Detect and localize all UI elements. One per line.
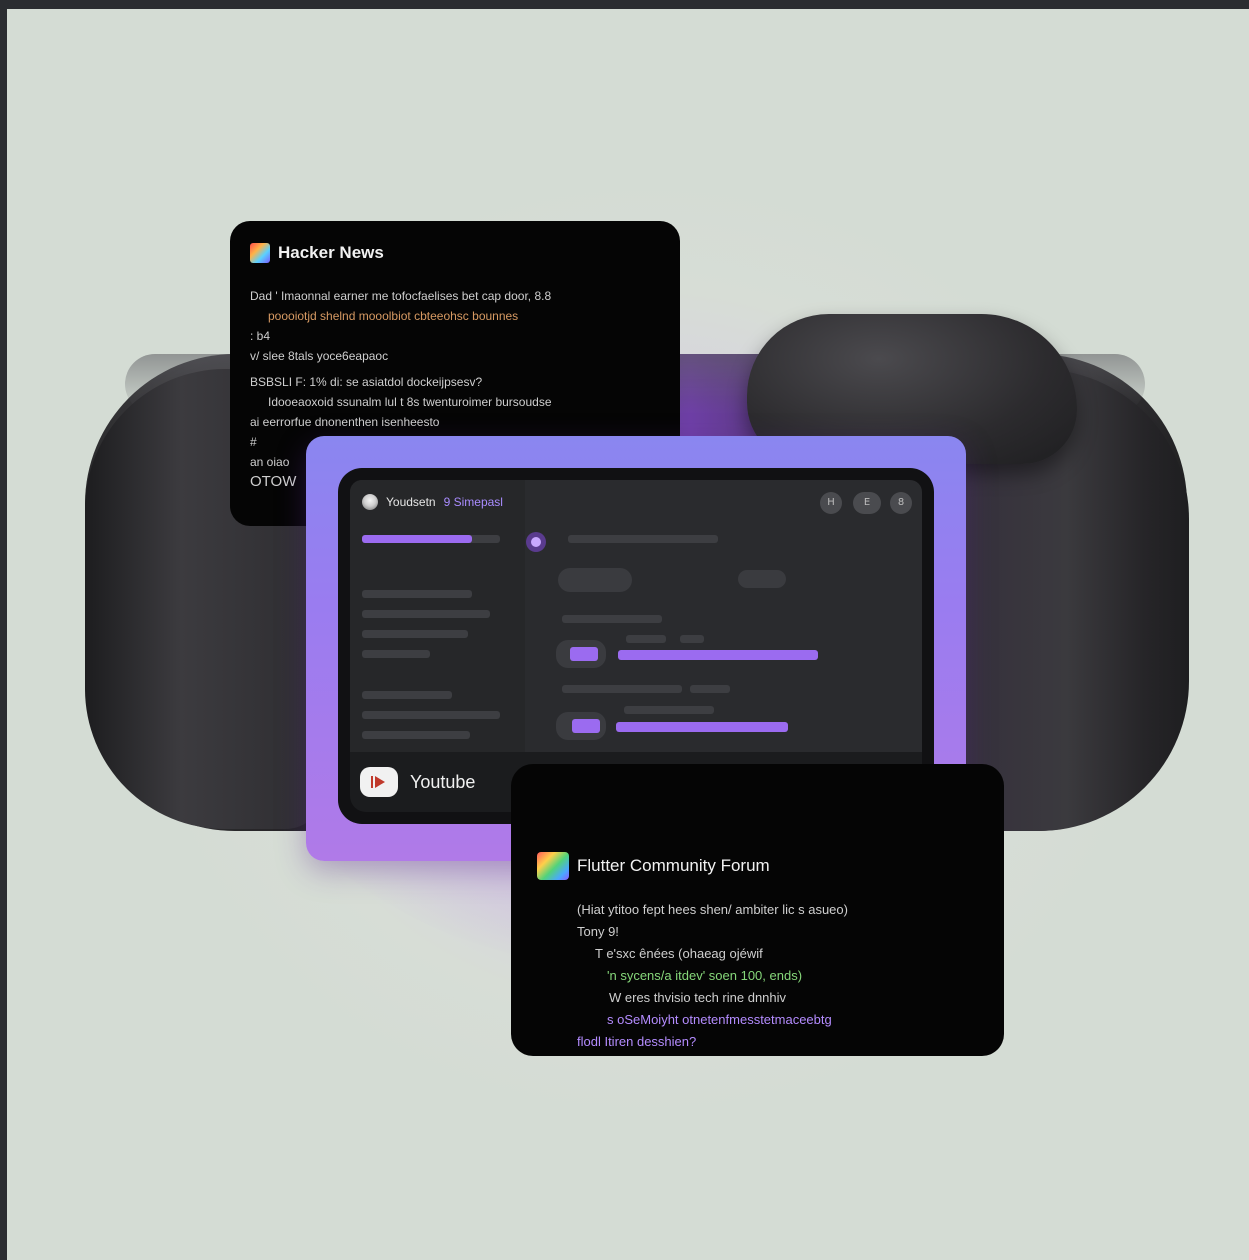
hacker-news-title: Hacker News (278, 243, 384, 262)
sidebar-placeholder-line (362, 590, 472, 598)
youtube-sidebar: Youdsetn 9 Simepasl (350, 480, 525, 752)
content-placeholder-line (626, 635, 666, 643)
fcf-line: T e'sxc ênées (ohaeag ojéwif (595, 946, 763, 961)
sidebar-placeholder-line (362, 691, 452, 699)
progress-fill (362, 535, 472, 543)
content-row-marker (572, 719, 600, 733)
content-placeholder-line (562, 615, 662, 623)
hn-line: poooiotjd shelnd mooolbiot cbteeohsc bou… (268, 309, 519, 323)
fcf-line: s oSeMoiyht otnetenfmesstetmaceebtg (607, 1012, 832, 1027)
flutter-forum-title: Flutter Community Forum (577, 856, 770, 875)
fcf-line: Tony 9! (577, 924, 619, 939)
content-placeholder-line (624, 706, 714, 714)
sidebar-placeholder-line (362, 711, 500, 719)
fcf-line: 'n sycens/a itdev' soen 100, ends) (607, 968, 803, 983)
content-placeholder-line (680, 635, 704, 643)
flutter-forum-header: Flutter Community Forum (537, 852, 770, 880)
sidebar-placeholder-line (362, 610, 490, 618)
hn-line: : b4 (250, 329, 271, 343)
control-icon[interactable]: 8 (890, 492, 912, 514)
content-placeholder-line (568, 535, 718, 543)
canvas: Hacker News Dad ' Imaonnal earner me tof… (7, 9, 1249, 1260)
hn-line: Idooeaoxoid ssunalm lul t 8s twenturoime… (268, 395, 552, 409)
flutter-forum-post-lines: (Hiat ytitoo fept hees shen/ ambiter lic… (577, 899, 987, 1053)
hn-line: Dad ' Imaonnal earner me tofocfaelises b… (250, 289, 552, 303)
hacker-news-header: Hacker News (250, 243, 384, 263)
youtube-play-icon[interactable] (360, 767, 398, 797)
youtube-label: Youtube (410, 772, 476, 792)
content-chip[interactable] (558, 568, 632, 592)
sidebar-placeholder-line (362, 650, 430, 658)
hn-line: ai eerrorfue dnonenthen isenheesto (250, 415, 440, 429)
location-pin-icon[interactable] (526, 532, 546, 552)
youtube-screen: Youdsetn 9 Simepasl H E 8 (350, 480, 922, 752)
avatar (362, 494, 378, 510)
content-row-marker (570, 647, 598, 661)
channel-name: Youdsetn (386, 495, 436, 509)
control-icon[interactable]: E (853, 492, 881, 514)
content-placeholder-line (562, 685, 682, 693)
sidebar-placeholder-line (362, 630, 468, 638)
content-chip[interactable] (738, 570, 786, 588)
content-placeholder-line (690, 685, 730, 693)
youtube-channel-header[interactable]: Youdsetn 9 Simepasl (362, 494, 503, 510)
flutter-logo-icon (537, 852, 569, 880)
flutter-forum-card[interactable]: Flutter Community Forum (Hiat ytitoo fep… (511, 764, 1004, 1056)
hn-line: v/ slee 8tals yoce6eapaoc (250, 349, 389, 363)
hn-line: BSBSLI F: 1% di: se asiatdol dockeijpses… (250, 375, 483, 389)
hacker-news-logo-icon (250, 243, 270, 263)
fcf-line: W eres thvisio tech rine dnnhiv (609, 990, 787, 1005)
control-icon[interactable]: H (820, 492, 842, 514)
channel-link[interactable]: 9 Simepasl (444, 495, 503, 509)
content-row-bar (618, 650, 818, 660)
fcf-line: flodl Itiren desshien? (577, 1034, 697, 1049)
fcf-line: (Hiat ytitoo fept hees shen/ ambiter lic… (577, 902, 848, 917)
content-row-bar (616, 722, 788, 732)
sidebar-placeholder-line (362, 731, 470, 739)
